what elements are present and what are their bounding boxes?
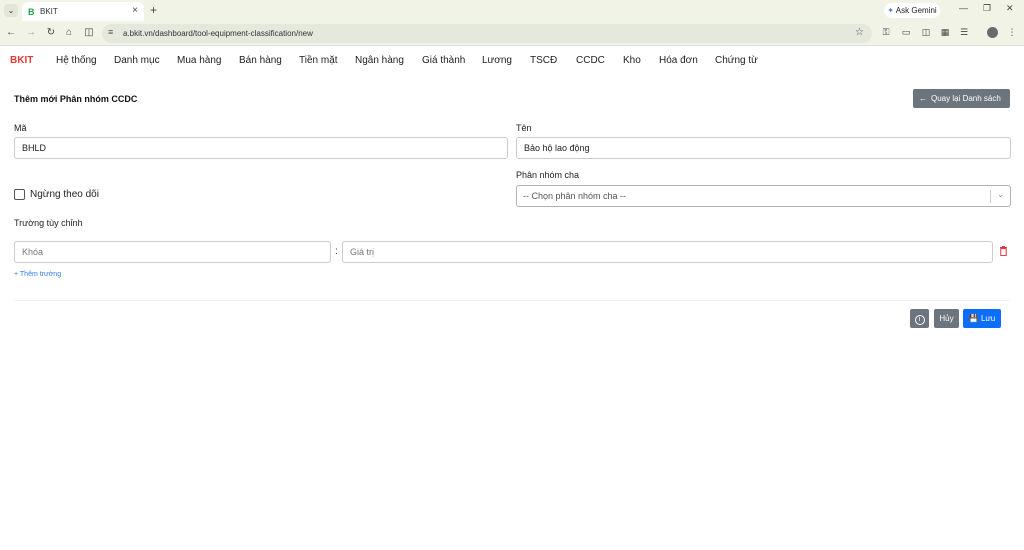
tab-menu-icon[interactable]: ⌄: [4, 4, 18, 17]
url-field[interactable]: ≡ a.bkit.vn/dashboard/tool-equipment-cla…: [102, 24, 872, 43]
parent-group-placeholder: -- Chọn phân nhóm cha --: [523, 191, 627, 201]
card-icon[interactable]: ▭: [900, 27, 912, 38]
reader-icon[interactable]: ◫: [920, 27, 932, 38]
custom-fields-label: Trường tùy chỉnh: [14, 218, 83, 228]
save-label: Lưu: [980, 314, 996, 323]
browser-tab[interactable]: B BKIT ×: [22, 2, 144, 21]
home-icon[interactable]: ⌂: [63, 27, 75, 38]
window-close-icon[interactable]: ✕: [1006, 3, 1014, 14]
inactive-checkbox[interactable]: [14, 189, 25, 200]
chevron-down-icon[interactable]: ⌄: [997, 190, 1004, 199]
code-label: Mã: [14, 123, 27, 133]
back-to-list-button[interactable]: ← Quay lại Danh sách: [913, 89, 1010, 108]
browser-address-bar: ← → ↻ ⌂ ◫ ≡ a.bkit.vn/dashboard/tool-equ…: [0, 21, 1024, 46]
ask-gemini-label: Ask Gemini: [895, 6, 937, 15]
sparkle-icon: ✦: [887, 6, 894, 15]
info-icon: i: [914, 315, 925, 325]
avatar[interactable]: [987, 27, 998, 38]
tab-title: BKIT: [40, 7, 58, 16]
url-text: a.bkit.vn/dashboard/tool-equipment-class…: [123, 29, 313, 38]
arrow-left-icon: ←: [919, 94, 927, 103]
ask-gemini-button[interactable]: ✦ Ask Gemini: [884, 3, 940, 18]
clipboard-icon[interactable]: ☰: [958, 27, 970, 38]
key-icon[interactable]: ⚿: [880, 27, 892, 38]
brand-logo[interactable]: BKIT: [10, 55, 33, 66]
page-title: Thêm mới Phân nhóm CCDC: [14, 94, 138, 104]
add-field-label: Thêm trường: [19, 271, 62, 278]
nav-item-tscd[interactable]: TSCĐ: [530, 55, 557, 66]
site-info-icon[interactable]: ≡: [108, 27, 113, 37]
trash-icon[interactable]: [999, 246, 1008, 256]
nav-item-danh-muc[interactable]: Danh mục: [114, 55, 160, 66]
favicon-icon: B: [28, 7, 35, 17]
close-icon[interactable]: ×: [132, 5, 138, 16]
reload-icon[interactable]: ↻: [45, 27, 57, 38]
nav-item-gia-thanh[interactable]: Giá thành: [422, 55, 465, 66]
custom-field-key-input[interactable]: Khóa: [14, 241, 331, 263]
nav-item-hoa-don[interactable]: Hóa đơn: [659, 55, 698, 66]
sidebar-icon[interactable]: ◫: [83, 27, 95, 38]
minimize-icon[interactable]: —: [959, 3, 968, 13]
footer-divider: [14, 300, 1010, 301]
cancel-button[interactable]: Hủy: [934, 309, 959, 328]
nav-item-ngan-hang[interactable]: Ngân hàng: [355, 55, 404, 66]
main-nav: BKIT Hệ thống Danh mục Mua hàng Bán hàng…: [0, 46, 1024, 76]
restore-icon[interactable]: ❐: [983, 3, 991, 14]
key-value-separator: :: [335, 246, 338, 257]
extension-icon[interactable]: ▦: [939, 27, 951, 38]
parent-group-label: Phân nhóm cha: [516, 170, 580, 180]
nav-item-chung-tu[interactable]: Chứng từ: [715, 55, 758, 66]
browser-tab-bar: ⌄ B BKIT × + ✦ Ask Gemini — ❐ ✕: [0, 0, 1024, 21]
name-label: Tên: [516, 123, 532, 133]
nav-item-ccdc[interactable]: CCDC: [576, 55, 605, 66]
info-button[interactable]: i: [910, 309, 929, 328]
star-icon[interactable]: ☆: [855, 27, 864, 38]
code-field[interactable]: BHLD: [14, 137, 508, 159]
select-separator: [990, 190, 991, 203]
new-tab-plus-icon[interactable]: +: [150, 3, 157, 17]
nav-item-luong[interactable]: Lương: [482, 55, 512, 66]
add-field-link[interactable]: + Thêm trường: [14, 271, 61, 278]
nav-item-he-thong[interactable]: Hệ thống: [56, 55, 97, 66]
nav-item-tien-mat[interactable]: Tiền mặt: [299, 55, 338, 66]
forward-icon[interactable]: →: [25, 27, 37, 38]
menu-dots-icon[interactable]: ⋮: [1006, 27, 1018, 38]
nav-item-ban-hang[interactable]: Bán hàng: [239, 55, 282, 66]
name-field[interactable]: Bảo hộ lao động: [516, 137, 1011, 159]
back-to-list-label: Quay lại Danh sách: [931, 94, 1001, 103]
back-icon[interactable]: ←: [5, 27, 17, 38]
nav-item-kho[interactable]: Kho: [623, 55, 641, 66]
inactive-label[interactable]: Ngừng theo dõi: [30, 189, 99, 200]
parent-group-select[interactable]: -- Chọn phân nhóm cha -- ⌄: [516, 185, 1011, 207]
save-icon: 💾: [968, 314, 979, 323]
save-button[interactable]: 💾 Lưu: [963, 309, 1001, 328]
custom-field-value-input[interactable]: Giá trị: [342, 241, 993, 263]
nav-item-mua-hang[interactable]: Mua hàng: [177, 55, 221, 66]
